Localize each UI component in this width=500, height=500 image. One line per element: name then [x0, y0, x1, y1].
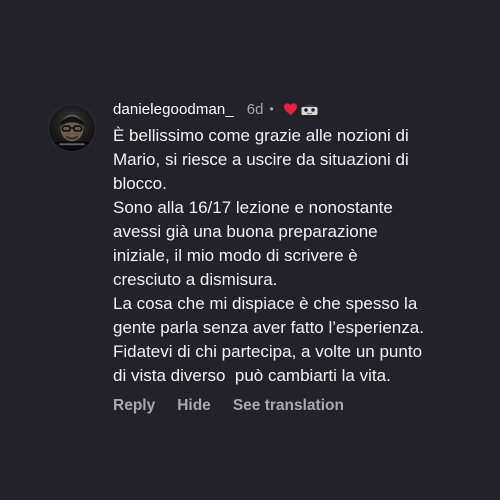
comment-line: avessi già una buona preparazione	[113, 222, 378, 241]
heart-icon[interactable]	[283, 102, 298, 116]
comment-line: cresciuto a dismisura.	[113, 270, 278, 289]
username[interactable]: danielegoodman_	[113, 101, 234, 118]
reply-button[interactable]: Reply	[113, 397, 155, 415]
comment-line: di vista diverso può cambiarti la vita.	[113, 366, 391, 385]
author-avatar-icon	[301, 102, 318, 116]
comment: danielegoodman_ 6d • È bellissimo come g…	[113, 97, 483, 415]
see-translation-button[interactable]: See translation	[233, 397, 344, 415]
profile-photo-icon	[54, 114, 90, 151]
comment-header: danielegoodman_ 6d •	[113, 97, 483, 121]
comment-line: Sono alla 16/17 lezione e nonostante	[113, 198, 393, 217]
comment-body: È bellissimo come grazie alle nozioni di…	[113, 124, 483, 388]
timestamp[interactable]: 6d	[247, 101, 264, 118]
comment-line: Fidatevi di chi partecipa, a volte un pu…	[113, 342, 423, 361]
user-avatar[interactable]	[48, 104, 96, 152]
comment-actions: Reply Hide See translation	[113, 397, 483, 415]
comment-line: La cosa che mi dispiace è che spesso la	[113, 294, 418, 313]
comment-line: blocco.	[113, 174, 167, 193]
separator: •	[269, 102, 274, 116]
comment-line: Mario, si riesce a uscire da situazioni …	[113, 150, 409, 169]
comment-line: gente parla senza aver fatto l’esperienz…	[113, 318, 424, 337]
comment-line: iniziale, il mio modo di scrivere è	[113, 246, 358, 265]
hide-button[interactable]: Hide	[177, 397, 211, 415]
comment-line: È bellissimo come grazie alle nozioni di	[113, 126, 409, 145]
